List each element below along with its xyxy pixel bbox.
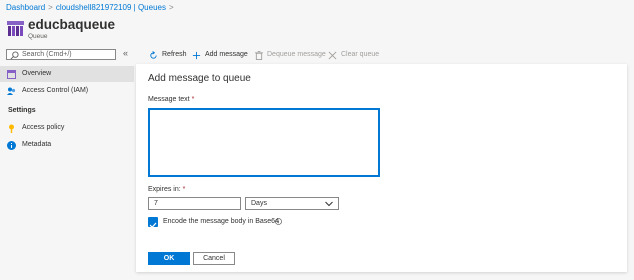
key-icon [9, 124, 14, 133]
search-icon [10, 51, 19, 60]
panel-title: Add message to queue [148, 73, 251, 84]
add-message-label: Add message [205, 51, 248, 58]
refresh-icon [150, 50, 157, 59]
expires-unit-value: Days [251, 200, 267, 207]
message-text-label-text: Message text [148, 96, 190, 103]
encode-base64-checkbox[interactable] [148, 217, 158, 229]
dequeue-message-label: Dequeue message [267, 51, 326, 58]
expires-label-text: Expires in: [148, 186, 181, 193]
iam-icon [7, 87, 16, 95]
add-message-button[interactable]: Add message [192, 50, 248, 60]
sidebar-item-overview[interactable]: Overview [0, 66, 134, 82]
breadcrumb-queues[interactable]: cloudshell821972109 | Queues [56, 3, 166, 12]
sidebar-item-label: Access policy [22, 124, 65, 131]
refresh-label: Refresh [162, 51, 187, 58]
sidebar-item-metadata[interactable]: Metadata [0, 137, 134, 153]
trash-icon [255, 50, 263, 60]
chevron-down-icon [325, 201, 333, 207]
info-icon[interactable] [275, 218, 282, 225]
close-icon [328, 51, 337, 59]
breadcrumb-separator: > [168, 3, 174, 12]
breadcrumb-separator: > [48, 3, 53, 12]
message-text-field[interactable] [148, 108, 380, 177]
expires-unit-select[interactable]: Days [245, 197, 339, 210]
ok-button[interactable]: OK [148, 252, 190, 265]
page-title: educbaqueue [28, 17, 116, 32]
cancel-button[interactable]: Cancel [193, 252, 235, 265]
required-marker: * [182, 186, 186, 193]
queue-icon [7, 21, 24, 36]
settings-section-header: Settings [8, 107, 36, 114]
checkmark-icon [149, 222, 157, 229]
required-marker: * [191, 96, 195, 103]
refresh-button[interactable]: Refresh [149, 50, 187, 60]
clear-queue-label: Clear queue [341, 51, 380, 58]
search-placeholder: Search (Cmd+/) [22, 51, 72, 58]
sidebar-item-iam[interactable]: Access Control (IAM) [0, 83, 134, 99]
encode-base64-label: Encode the message body in Base64 [163, 218, 279, 225]
breadcrumb-dashboard[interactable]: Dashboard [6, 3, 45, 12]
breadcrumb: Dashboard > cloudshell821972109 | Queues > [6, 3, 177, 12]
overview-icon [7, 70, 16, 79]
collapse-sidebar-button[interactable]: « [123, 48, 128, 58]
sidebar-item-access-policy[interactable]: Access policy [0, 120, 134, 136]
page-subtitle: Queue [28, 33, 48, 40]
expires-value-input[interactable]: 7 [148, 197, 241, 210]
clear-queue-button[interactable]: Clear queue [328, 50, 379, 60]
sidebar-item-label: Overview [22, 70, 52, 77]
info-icon [7, 141, 16, 150]
plus-icon [192, 51, 201, 59]
search-input[interactable]: Search (Cmd+/) [6, 49, 116, 60]
dequeue-message-button[interactable]: Dequeue message [255, 50, 326, 60]
sidebar-item-label: Access Control (IAM) [22, 87, 89, 94]
sidebar-item-label: Metadata [22, 141, 52, 148]
message-text-label: Message text * [148, 96, 194, 103]
expires-label: Expires in: * [148, 186, 185, 193]
